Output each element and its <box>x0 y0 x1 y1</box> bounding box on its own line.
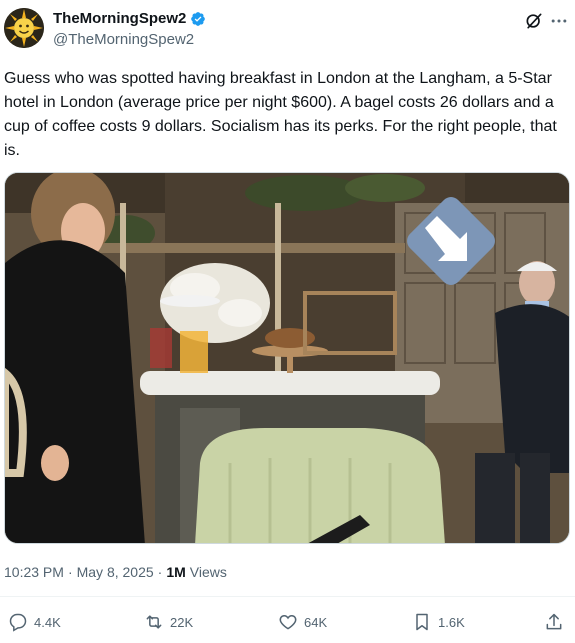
views-label: Views <box>189 564 227 580</box>
grok-icon[interactable] <box>524 11 544 31</box>
divider <box>0 596 575 597</box>
views-count: 1M <box>166 564 186 580</box>
action-bar: 4.4K 22K 64K 1.6K <box>0 606 575 638</box>
bookmark-button[interactable]: 1.6K <box>412 606 465 638</box>
like-button[interactable]: 64K <box>278 606 327 638</box>
repost-count: 22K <box>170 614 194 630</box>
post-date[interactable]: May 8, 2025 <box>77 564 154 580</box>
heart-icon <box>279 614 297 630</box>
tweet-header: TheMorningSpew2 @TheMorningSpew2 <box>0 0 575 60</box>
repost-button[interactable]: 22K <box>144 606 193 638</box>
author-handle[interactable]: @TheMorningSpew2 <box>53 31 194 48</box>
share-button[interactable] <box>544 606 564 638</box>
post-time[interactable]: 10:23 PM <box>4 564 64 580</box>
bookmark-count: 1.6K <box>438 614 465 630</box>
tweet-meta: 10:23 PM · May 8, 2025 · 1M Views <box>4 564 227 580</box>
repost-icon <box>146 615 162 629</box>
meta-separator: · <box>67 564 73 580</box>
sun-logo-icon <box>4 8 44 48</box>
tweet-text: Guess who was spotted having breakfast i… <box>4 70 557 159</box>
more-icon[interactable] <box>549 11 569 31</box>
meta-separator-2: · <box>157 564 163 580</box>
reply-icon <box>9 613 27 632</box>
author-name-row: TheMorningSpew2 <box>53 10 206 27</box>
photo-content <box>5 173 569 543</box>
bookmark-icon <box>416 613 428 631</box>
author-display-name[interactable]: TheMorningSpew2 <box>53 10 186 27</box>
reply-count: 4.4K <box>34 614 61 630</box>
verified-badge-icon <box>191 11 206 26</box>
reply-button[interactable]: 4.4K <box>8 606 61 638</box>
avatar[interactable] <box>4 8 44 48</box>
tweet-photo[interactable] <box>4 172 570 544</box>
like-count: 64K <box>304 614 328 630</box>
share-icon <box>546 613 562 630</box>
